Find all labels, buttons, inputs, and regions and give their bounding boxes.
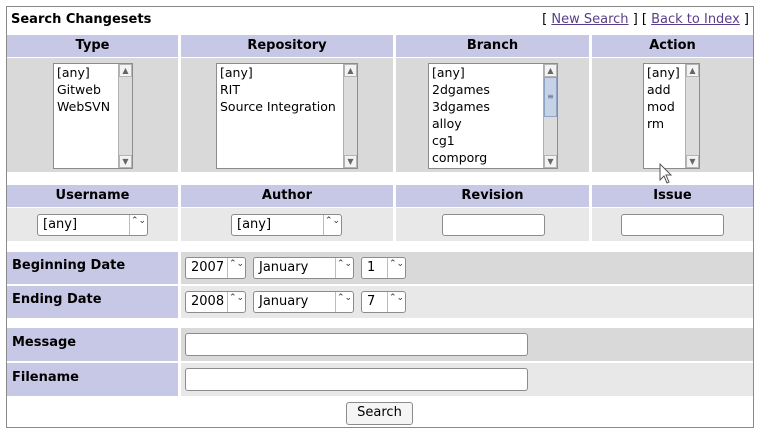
filename-input[interactable] <box>185 368 528 391</box>
scrollbar[interactable]: ▲ ▼ <box>343 64 357 168</box>
end-month-value: January <box>259 294 309 309</box>
list-option[interactable]: RIT <box>217 81 357 98</box>
scroll-down-icon[interactable]: ▼ <box>344 155 357 168</box>
begin-year-select[interactable]: 2007 ⌃⌄ <box>185 257 246 279</box>
begin-year-value: 2007 <box>191 260 225 275</box>
author-value: [any] <box>237 217 272 232</box>
type-header: Type <box>7 35 178 57</box>
updown-arrows-icon: ⌃⌄ <box>323 215 341 235</box>
end-day-select[interactable]: 7 ⌃⌄ <box>361 291 406 313</box>
begin-month-value: January <box>259 260 309 275</box>
repository-header: Repository <box>181 35 393 57</box>
author-select[interactable]: [any] ⌃⌄ <box>231 214 342 236</box>
branch-header: Branch <box>396 35 589 57</box>
revision-input[interactable] <box>442 214 545 236</box>
scroll-down-icon[interactable]: ▼ <box>119 155 132 168</box>
list-option[interactable]: 2dgames <box>429 81 557 98</box>
author-header: Author <box>181 185 393 207</box>
updown-arrows-icon: ⌃⌄ <box>387 292 405 312</box>
ending-date-label: Ending Date <box>7 286 178 318</box>
scroll-down-icon[interactable]: ▼ <box>544 155 557 168</box>
scroll-up-icon[interactable]: ▲ <box>686 64 699 77</box>
list-option[interactable]: cg1 <box>429 132 557 149</box>
scroll-thumb-grip-icon[interactable]: ≡ <box>544 77 557 117</box>
header-links: [ New Search ] [ Back to Index ] <box>542 12 749 27</box>
end-month-select[interactable]: January ⌃⌄ <box>253 291 354 313</box>
updown-arrows-icon: ⌃⌄ <box>227 292 245 312</box>
bracket: ] [ <box>632 12 647 27</box>
mouse-cursor-icon <box>659 163 673 184</box>
bracket: ] <box>743 12 749 27</box>
repository-listbox[interactable]: [any] RIT Source Integration ▲ ▼ <box>216 63 358 169</box>
begin-day-value: 1 <box>367 260 376 275</box>
scrollbar[interactable]: ▲ ▼ <box>685 64 699 168</box>
search-button[interactable]: Search <box>346 402 413 425</box>
scrollbar[interactable]: ▲ ▼ <box>118 64 132 168</box>
begin-month-select[interactable]: January ⌃⌄ <box>253 257 354 279</box>
filename-label: Filename <box>7 363 178 396</box>
bracket: [ <box>542 12 548 27</box>
username-value: [any] <box>43 217 78 232</box>
action-listbox[interactable]: [any] add mod rm ▲ ▼ <box>643 63 700 169</box>
username-header: Username <box>7 185 178 207</box>
scroll-down-icon[interactable]: ▼ <box>686 155 699 168</box>
scrollbar[interactable]: ▲ ≡ ▼ <box>543 64 557 168</box>
message-label: Message <box>7 328 178 361</box>
list-option[interactable]: alloy <box>429 115 557 132</box>
beginning-date-label: Beginning Date <box>7 252 178 284</box>
updown-arrows-icon: ⌃⌄ <box>227 258 245 278</box>
new-search-link[interactable]: New Search <box>551 12 628 27</box>
list-option[interactable]: [any] <box>429 64 557 81</box>
updown-arrows-icon: ⌃⌄ <box>129 215 147 235</box>
action-header: Action <box>592 35 753 57</box>
list-option[interactable]: 3dgames <box>429 98 557 115</box>
page-title: Search Changesets <box>11 12 152 27</box>
scroll-up-icon[interactable]: ▲ <box>344 64 357 77</box>
end-day-value: 7 <box>367 294 376 309</box>
issue-header: Issue <box>592 185 753 207</box>
username-select[interactable]: [any] ⌃⌄ <box>37 214 148 236</box>
list-option[interactable]: Source Integration <box>217 98 357 115</box>
branch-listbox[interactable]: [any] 2dgames 3dgames alloy cg1 comporg … <box>428 63 558 169</box>
issue-input[interactable] <box>621 214 724 236</box>
scroll-up-icon[interactable]: ▲ <box>544 64 557 77</box>
back-to-index-link[interactable]: Back to Index <box>651 12 740 27</box>
updown-arrows-icon: ⌃⌄ <box>387 258 405 278</box>
revision-header: Revision <box>396 185 589 207</box>
end-year-select[interactable]: 2008 ⌃⌄ <box>185 291 246 313</box>
message-input[interactable] <box>185 333 528 356</box>
scroll-up-icon[interactable]: ▲ <box>119 64 132 77</box>
list-option[interactable]: comporg <box>429 149 557 166</box>
updown-arrows-icon: ⌃⌄ <box>335 292 353 312</box>
type-listbox[interactable]: [any] Gitweb WebSVN ▲ ▼ <box>53 63 133 169</box>
list-option[interactable]: [any] <box>217 64 357 81</box>
updown-arrows-icon: ⌃⌄ <box>335 258 353 278</box>
end-year-value: 2008 <box>191 294 225 309</box>
begin-day-select[interactable]: 1 ⌃⌄ <box>361 257 406 279</box>
